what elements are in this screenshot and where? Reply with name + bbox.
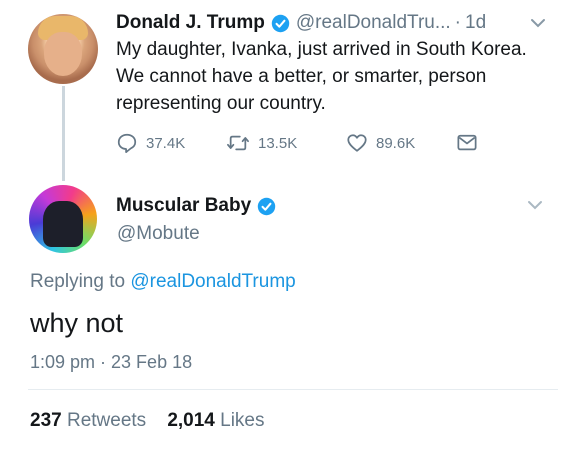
chevron-down-icon[interactable] [527,200,543,210]
likes-stat[interactable]: 2,014 Likes [167,410,264,431]
parent-tweet-actions: 37.4K 13.5K 89.6K [116,131,486,155]
likes-stat-label: Likes [220,410,265,431]
verified-badge-icon [271,14,290,32]
retweets-stat-count: 237 [30,410,62,431]
replying-to-line: Replying to @realDonaldTrump [30,271,296,293]
parent-tweet-age[interactable]: 1d [465,12,486,34]
avatar-donald-trump[interactable] [28,14,98,84]
reply-display-name[interactable]: Muscular Baby [116,195,251,217]
avatar-face [44,32,82,76]
parent-handle[interactable]: @realDonaldTru... [296,12,451,34]
chevron-down-icon[interactable] [530,18,546,28]
replying-prefix: Replying to [30,271,126,292]
retweets-stat-label: Retweets [66,410,147,431]
like-button[interactable]: 89.6K [346,132,456,154]
thread-connector-line [62,86,65,181]
like-count: 89.6K [376,134,416,152]
avatar-muscular-baby[interactable] [29,185,97,253]
divider [28,389,558,390]
reply-icon [117,133,137,154]
retweet-icon [227,135,249,151]
direct-message-icon [457,134,477,151]
reply-button[interactable]: 37.4K [116,132,226,154]
reply-tweet-text: why not [30,308,124,338]
direct-message-button[interactable] [456,133,486,153]
parent-tweet-header: Donald J. Trump @realDonaldTru... · 1d [116,9,486,37]
like-icon [347,134,367,152]
reply-tweet-header: Muscular Baby [116,192,282,220]
avatar-figure [43,201,83,247]
header-separator: · [454,12,461,33]
retweets-stat[interactable]: 237 Retweets [30,410,151,431]
verified-badge-icon [257,197,276,215]
reply-handle[interactable]: @Mobute [117,223,200,245]
reply-timestamp[interactable]: 1:09 pm · 23 Feb 18 [30,352,192,373]
likes-stat-count: 2,014 [167,410,215,431]
retweet-count: 13.5K [258,134,298,152]
replying-to-mention-link[interactable]: @realDonaldTrump [130,271,295,292]
engagement-stats: 237 Retweets 2,014 Likes [30,410,265,432]
parent-tweet-text: My daughter, Ivanka, just arrived in Sou… [116,39,527,114]
retweet-button[interactable]: 13.5K [226,132,346,154]
parent-display-name[interactable]: Donald J. Trump [116,12,265,34]
reply-count: 37.4K [146,134,186,152]
